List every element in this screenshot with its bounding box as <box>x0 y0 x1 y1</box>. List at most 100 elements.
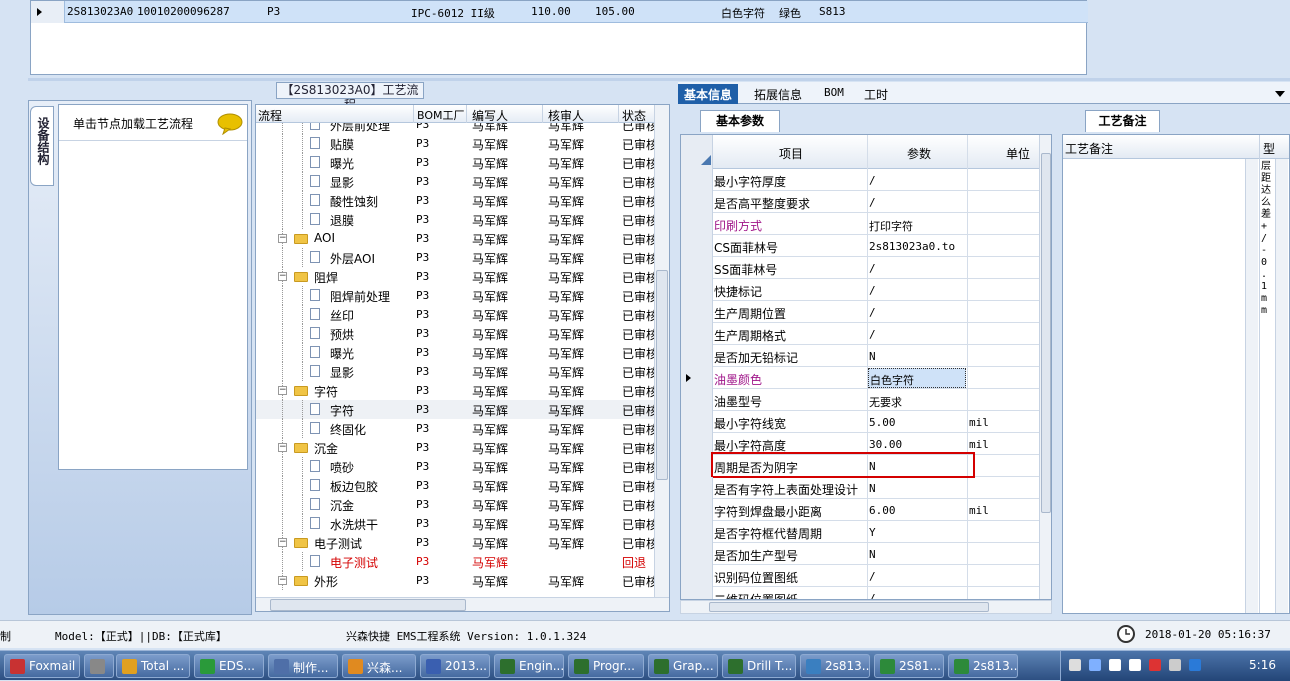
tray-icon[interactable] <box>1169 659 1181 671</box>
param-value[interactable]: N <box>869 350 876 363</box>
taskbar-button[interactable]: 制作... <box>268 654 338 678</box>
tree-row[interactable]: − AOI P3 马军辉 马军辉 已审核 <box>256 229 656 248</box>
param-row[interactable]: 最小字符线宽 5.00 mil <box>681 411 1041 433</box>
row-header[interactable] <box>681 345 713 367</box>
param-value[interactable]: / <box>869 570 876 583</box>
tree-hscrollbar[interactable] <box>256 597 669 611</box>
tray-icon[interactable] <box>1109 659 1121 671</box>
params-hscroll-thumb[interactable] <box>709 602 989 612</box>
row-header[interactable] <box>681 521 713 543</box>
row-header[interactable] <box>681 257 713 279</box>
col-unit[interactable]: 单位 <box>1006 145 1030 162</box>
tree-row[interactable]: 贴膜 P3 马军辉 马军辉 已审核 <box>256 134 656 153</box>
taskbar-button[interactable] <box>84 654 114 678</box>
param-row[interactable]: 是否有字符上表面处理设计 N <box>681 477 1041 499</box>
hscroll-thumb[interactable] <box>270 599 466 611</box>
tree-row[interactable]: 显影 P3 马军辉 马军辉 已审核 <box>256 362 656 381</box>
row-header[interactable] <box>681 323 713 345</box>
col-status[interactable]: 状态 <box>622 107 646 124</box>
param-value[interactable]: N <box>869 482 876 495</box>
tab-equipment-structure[interactable]: 设备结构 <box>30 106 54 186</box>
param-value[interactable]: / <box>869 592 876 599</box>
taskbar-button[interactable]: 2s813... <box>948 654 1018 678</box>
row-header[interactable] <box>681 499 713 521</box>
col-notes[interactable]: 工艺备注 <box>1065 140 1113 157</box>
param-row[interactable]: 快捷标记 / <box>681 279 1041 301</box>
row-header[interactable] <box>681 367 713 389</box>
tree-row[interactable]: − 外形 P3 马军辉 马军辉 已审核 <box>256 571 656 590</box>
param-value[interactable]: / <box>869 174 876 187</box>
param-row[interactable]: 二维码位置图纸 / <box>681 587 1041 599</box>
param-value[interactable]: / <box>869 306 876 319</box>
tab-hours[interactable]: 工时 <box>858 84 894 104</box>
tree-row[interactable]: 喷砂 P3 马军辉 马军辉 已审核 <box>256 457 656 476</box>
notes-scrollbar-2[interactable] <box>1275 159 1288 613</box>
taskbar-button[interactable]: 2s813... <box>800 654 870 678</box>
tree-row[interactable]: 曝光 P3 马军辉 马军辉 已审核 <box>256 343 656 362</box>
row-header[interactable] <box>681 433 713 455</box>
col-bom[interactable]: BOM工厂 <box>417 107 465 123</box>
tray-icon[interactable] <box>1129 659 1141 671</box>
col-reviewer[interactable]: 核审人 <box>548 107 584 124</box>
param-value[interactable]: 5.00 <box>869 416 896 429</box>
param-value[interactable]: 白色字符 <box>868 368 966 388</box>
row-header[interactable] <box>681 587 713 599</box>
tray-clock[interactable]: 5:16 <box>1249 658 1276 672</box>
param-row[interactable]: 油墨颜色 白色字符 <box>681 367 1041 389</box>
param-row[interactable]: 是否加生产型号 N <box>681 543 1041 565</box>
tree-row[interactable]: 退膜 P3 马军辉 马军辉 已审核 <box>256 210 656 229</box>
tree-row[interactable]: 水洗烘干 P3 马军辉 马军辉 已审核 <box>256 514 656 533</box>
params-scrollbar[interactable] <box>1039 135 1051 599</box>
tree-row[interactable]: − 字符 P3 马军辉 马军辉 已审核 <box>256 381 656 400</box>
param-value[interactable]: / <box>869 262 876 275</box>
row-header[interactable] <box>681 213 713 235</box>
row-header[interactable] <box>681 477 713 499</box>
taskbar-button[interactable]: Engin... <box>494 654 564 678</box>
tree-row[interactable]: 终固化 P3 马军辉 马军辉 已审核 <box>256 419 656 438</box>
tree-row[interactable]: 显影 P3 马军辉 马军辉 已审核 <box>256 172 656 191</box>
tree-row[interactable]: 酸性蚀刻 P3 马军辉 马军辉 已审核 <box>256 191 656 210</box>
row-header[interactable] <box>681 169 713 191</box>
tree-row[interactable]: 板边包胶 P3 马军辉 马军辉 已审核 <box>256 476 656 495</box>
param-row[interactable]: SS面菲林号 / <box>681 257 1041 279</box>
tree-row[interactable]: 外层前处理 P3 马军辉 马军辉 已审核 <box>256 123 656 134</box>
notes-scrollbar[interactable] <box>1245 159 1258 613</box>
tree-row[interactable]: 电子测试 P3 马军辉 回退 <box>256 552 656 571</box>
row-header[interactable] <box>681 191 713 213</box>
row-header[interactable] <box>681 455 713 477</box>
collapse-icon[interactable]: − <box>278 272 287 281</box>
collapse-icon[interactable]: − <box>278 576 287 585</box>
param-row[interactable]: 是否加无铅标记 N <box>681 345 1041 367</box>
tree-row[interactable]: 阻焊前处理 P3 马军辉 马军辉 已审核 <box>256 286 656 305</box>
collapse-icon[interactable]: − <box>278 386 287 395</box>
tree-row[interactable]: − 沉金 P3 马军辉 马军辉 已审核 <box>256 438 656 457</box>
param-value[interactable]: Y <box>869 526 876 539</box>
param-value[interactable]: / <box>869 284 876 297</box>
param-value[interactable]: / <box>869 328 876 341</box>
taskbar-button[interactable]: Total ... <box>116 654 190 678</box>
row-header[interactable] <box>681 279 713 301</box>
tab-extended-info[interactable]: 拓展信息 <box>748 84 808 104</box>
taskbar-button[interactable]: Grap... <box>648 654 718 678</box>
param-value[interactable]: 2s813023a0.to <box>869 240 955 253</box>
row-header[interactable] <box>681 301 713 323</box>
tree-row[interactable]: 字符 P3 马军辉 马军辉 已审核 <box>256 400 656 419</box>
taskbar-button[interactable]: 2013... <box>420 654 490 678</box>
param-row[interactable]: 字符到焊盘最小距离 6.00 mil <box>681 499 1041 521</box>
taskbar-button[interactable]: Drill T... <box>722 654 796 678</box>
collapse-icon[interactable]: − <box>278 443 287 452</box>
param-row[interactable]: 周期是否为阴字 N <box>681 452 1041 478</box>
splitter[interactable] <box>28 78 1290 81</box>
param-row[interactable]: 是否字符框代替周期 Y <box>681 521 1041 543</box>
tree-row[interactable]: − 电子测试 P3 马军辉 马军辉 已审核 <box>256 533 656 552</box>
table-row[interactable]: 2S813023A0 10010200096287 P3 IPC-6012 II… <box>31 1 1088 23</box>
tray-icon[interactable] <box>1189 659 1201 671</box>
taskbar-button[interactable]: EDS... <box>194 654 264 678</box>
param-row[interactable]: 是否高平整度要求 / <box>681 191 1041 213</box>
tab-basic-info[interactable]: 基本信息 <box>678 84 739 104</box>
param-value[interactable]: N <box>869 548 876 561</box>
tree-row[interactable]: 预烘 P3 马军辉 马军辉 已审核 <box>256 324 656 343</box>
right-splitter[interactable] <box>1054 134 1060 614</box>
basic-params-grid[interactable]: 项目 参数 单位 最小字符厚度 / 是否高平整度要求 / 印刷方式 打印字符 CS面菲林号 2… <box>680 134 1052 600</box>
tree-row[interactable]: − 阻焊 P3 马军辉 马军辉 已审核 <box>256 267 656 286</box>
